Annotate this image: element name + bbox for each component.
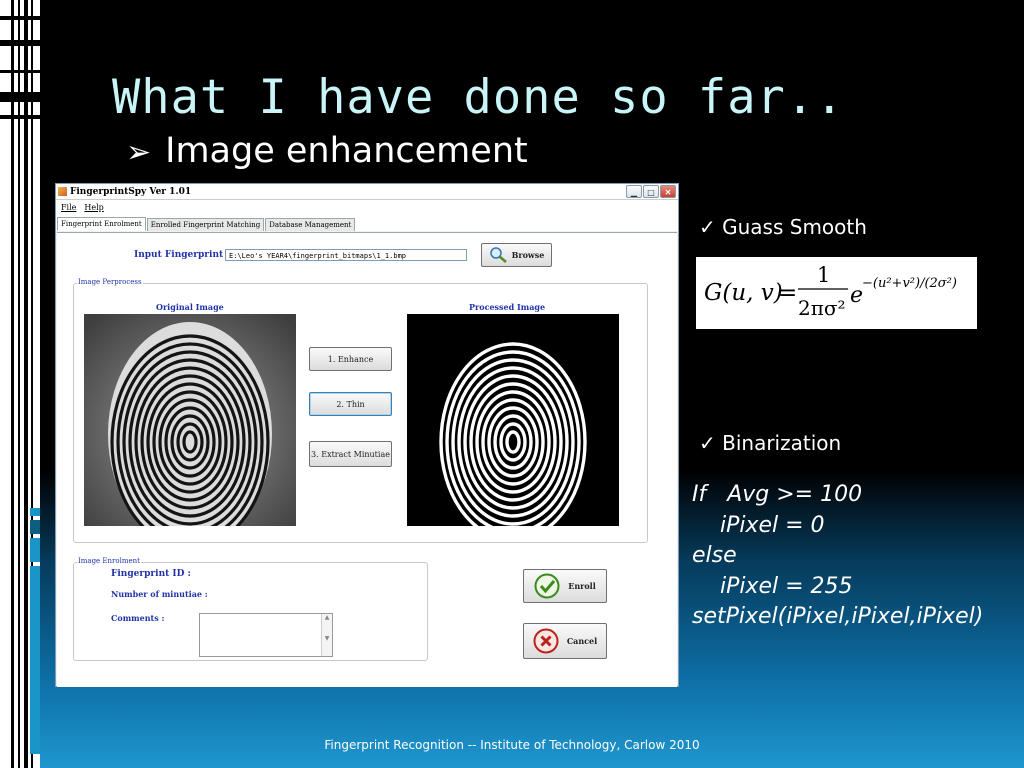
svg-text:−(u²+v²)/(2σ²): −(u²+v²)/(2σ²) — [862, 276, 957, 291]
fingerprint-id-label: Fingerprint ID : — [111, 569, 191, 579]
code-line: If Avg >= 100 — [692, 482, 863, 507]
step-enhance-button[interactable]: 1. Enhance — [309, 347, 392, 371]
preprocess-group-title: Image Perprocess — [77, 278, 143, 286]
svg-text:=: = — [778, 280, 797, 306]
maximize-button[interactable]: □ — [643, 185, 659, 198]
browse-label: Browse — [511, 250, 545, 260]
tab-enrolled-matching[interactable]: Enrolled Fingerprint Matching — [146, 218, 265, 231]
enrolment-panel: Input Fingerprint : E:\Leo's YEAR4\finge… — [57, 232, 677, 687]
input-fingerprint-label: Input Fingerprint : — [134, 250, 230, 260]
svg-text:G(u, v): G(u, v) — [704, 280, 783, 306]
app-icon — [58, 187, 67, 196]
cancel-label: Cancel — [566, 636, 598, 646]
deco-block — [0, 92, 40, 102]
code-line: else — [692, 543, 737, 568]
close-button[interactable]: ✕ — [660, 185, 676, 198]
code-line: iPixel = 255 — [692, 573, 853, 599]
deco-block — [0, 40, 40, 46]
tab-bar: Fingerprint Enrolment Enrolled Fingerpri… — [56, 215, 678, 231]
window-titlebar: FingerprintSpy Ver 1.01 ▁ □ ✕ — [56, 184, 678, 200]
svg-text:2πσ²: 2πσ² — [798, 296, 846, 320]
deco-blue — [30, 538, 40, 562]
left-decoration — [0, 0, 40, 768]
tab-database-management[interactable]: Database Management — [265, 218, 356, 231]
deco-blue — [30, 508, 40, 516]
window-title: FingerprintSpy Ver 1.01 — [70, 186, 192, 197]
gauss-smooth-item: ✓ Guass Smooth — [699, 215, 867, 239]
bullet-text: Image enhancement — [165, 131, 528, 171]
original-fingerprint-image — [84, 314, 296, 526]
deco-block — [0, 115, 40, 119]
enroll-button[interactable]: Enroll — [523, 569, 607, 603]
tab-fingerprint-enrolment[interactable]: Fingerprint Enrolment — [57, 217, 146, 231]
minutiae-count-label: Number of minutiae : — [111, 589, 208, 599]
checkmark-icon — [534, 573, 560, 599]
input-path-field[interactable]: E:\Leo's YEAR4\fingerprint_bitmaps\1_1.b… — [225, 249, 467, 261]
menu-help[interactable]: Help — [84, 203, 103, 212]
deco-block — [0, 70, 40, 73]
checkmark-icon: ✓ — [699, 431, 716, 455]
binarization-pseudocode: If Avg >= 100 iPixel = 0 else iPixel = 2… — [692, 480, 983, 633]
comments-scrollbar[interactable]: ▲ ▼ — [321, 614, 332, 656]
menubar: File Help — [56, 200, 678, 215]
enrolment-group-title: Image Enrolment — [77, 557, 141, 565]
enroll-label: Enroll — [568, 581, 596, 591]
original-image-label: Original Image — [156, 302, 224, 312]
checkmark-icon: ✓ — [699, 215, 716, 239]
processed-image-label: Processed Image — [469, 302, 546, 312]
gaussian-formula: G(u, v) = 1 2πσ² e −(u²+v²)/(2σ²) — [696, 257, 977, 329]
comments-textarea[interactable]: ▲ ▼ — [199, 613, 333, 657]
gauss-smooth-title: Guass Smooth — [722, 215, 867, 239]
bullet-item: ➢ Image enhancement — [126, 131, 528, 171]
deco-blue — [30, 566, 40, 754]
deco-blue — [30, 520, 40, 534]
cancel-x-icon — [533, 628, 559, 654]
arrow-bullet-icon: ➢ — [126, 135, 152, 170]
step-thin-button[interactable]: 2. Thin — [309, 392, 392, 416]
slide-title: What I have done so far.. — [112, 70, 845, 125]
code-line: setPixel(iPixel,iPixel,iPixel) — [692, 604, 984, 629]
deco-block — [0, 16, 40, 20]
app-window: FingerprintSpy Ver 1.01 ▁ □ ✕ File Help … — [55, 183, 679, 687]
binarization-item: ✓ Binarization — [699, 431, 841, 455]
code-line: iPixel = 0 — [692, 512, 825, 538]
comments-label: Comments : — [111, 613, 165, 623]
step-extract-minutiae-button[interactable]: 3. Extract Minutiae — [309, 441, 392, 467]
svg-text:1: 1 — [817, 263, 830, 287]
browse-button[interactable]: Browse — [481, 243, 552, 267]
menu-file[interactable]: File — [61, 203, 76, 212]
binarization-title: Binarization — [722, 431, 842, 455]
window-controls: ▁ □ ✕ — [626, 185, 676, 198]
cancel-button[interactable]: Cancel — [523, 623, 607, 659]
minimize-button[interactable]: ▁ — [626, 185, 642, 198]
slide-footer: Fingerprint Recognition -- Institute of … — [324, 738, 700, 752]
magnifier-icon — [489, 247, 507, 263]
processed-fingerprint-image — [407, 314, 619, 526]
